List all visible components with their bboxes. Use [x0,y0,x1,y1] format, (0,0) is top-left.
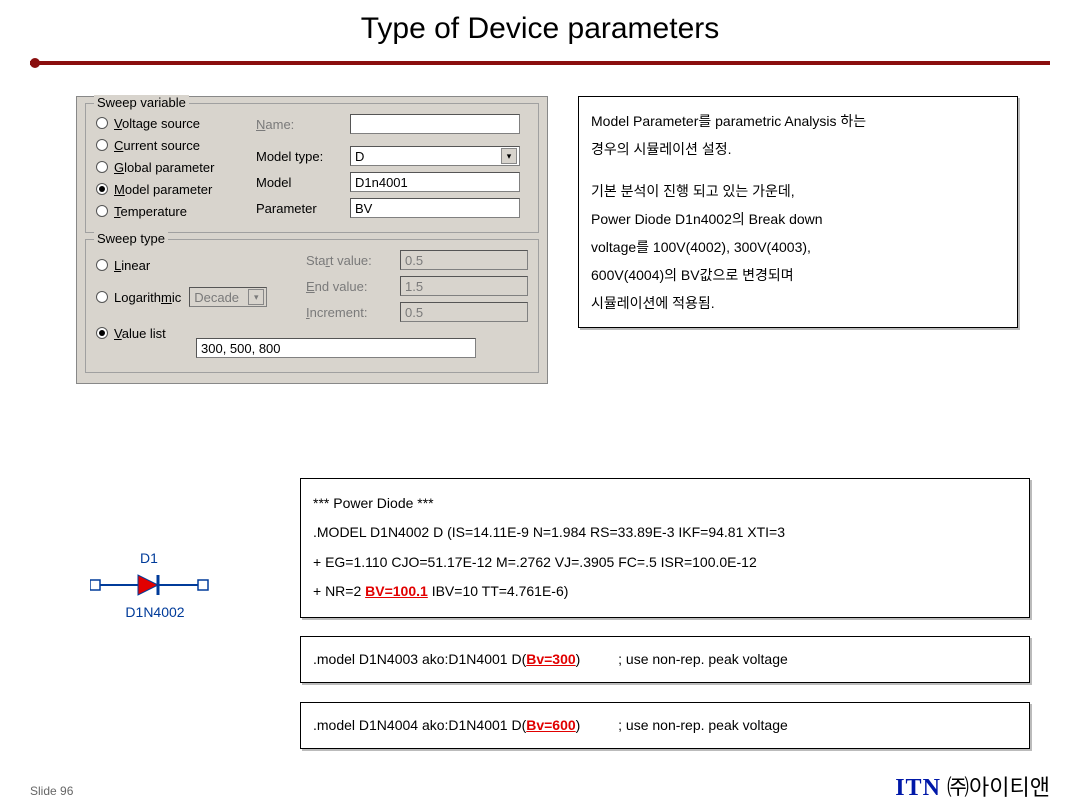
radio-model-parameter[interactable]: Model parameter [96,178,256,200]
parameter-input[interactable]: BV [350,198,520,218]
start-value-input[interactable]: 0.5 [400,250,528,270]
note-line: 600V(4004)의 BV값으로 변경되며 [591,261,1005,289]
model-input[interactable]: D1n4001 [350,172,520,192]
sweep-type-group: Sweep type Linear Logarithmic Decade ▾ [85,239,539,373]
code-comment: ; use non-rep. peak voltage [618,717,788,733]
diode-icon [90,570,210,600]
rule-dot-icon [30,58,40,68]
page-title: Type of Device parameters [0,0,1080,46]
company-name: ㈜아이티앤 [947,775,1050,800]
note-line: 경우의 시뮬레이션 설정. [591,135,1005,163]
name-label: Name: [256,117,350,132]
radio-global-parameter[interactable]: Global parameter [96,156,256,178]
note-line: 기본 분석이 진행 되고 있는 가운데, [591,177,1005,205]
start-value-label: Start value: [306,253,400,268]
slide-number: Slide 96 [30,784,73,798]
name-input[interactable] [350,114,520,134]
increment-input[interactable]: 0.5 [400,302,528,322]
model-code-d1n4002: *** Power Diode *** .MODEL D1N4002 D (IS… [300,478,1030,618]
model-code-d1n4003: .model D1N4003 ako:D1N4001 D(Bv=300) ; u… [300,636,1030,683]
parameter-label: Parameter [256,201,350,216]
description-note: Model Parameter를 parametric Analysis 하는 … [578,96,1018,328]
model-label: Model [256,175,350,190]
note-line: voltage를 100V(4002), 300V(4003), [591,233,1005,261]
note-line: Model Parameter를 parametric Analysis 하는 [591,107,1005,135]
code-line: + EG=1.110 CJO=51.17E-12 M=.2762 VJ=.390… [313,548,1017,577]
radio-logarithmic-label: Logarithmic [114,290,181,305]
company-logo: ITN ㈜아이티앤 [895,770,1050,802]
radio-temperature[interactable]: Temperature [96,200,256,222]
model-code-d1n4004: .model D1N4004 ako:D1N4001 D(Bv=600) ; u… [300,702,1030,749]
model-type-select[interactable]: D ▾ [350,146,520,166]
schematic-refdes: D1 [140,550,220,566]
chevron-down-icon[interactable]: ▾ [501,148,517,164]
bv-highlight: Bv=600 [526,717,575,733]
itn-text: ITN [895,775,941,801]
radio-current-source[interactable]: Current source [96,134,256,156]
sweep-variable-group: Sweep variable Voltage source Current so… [85,103,539,233]
title-rule [30,58,1050,68]
code-line: .MODEL D1N4002 D (IS=14.11E-9 N=1.984 RS… [313,518,1017,547]
sweep-type-legend: Sweep type [94,231,168,246]
log-scale-select[interactable]: Decade ▾ [189,287,267,307]
end-value-input[interactable]: 1.5 [400,276,528,296]
schematic-model: D1N4002 [90,604,220,620]
end-value-label: End value: [306,279,400,294]
diode-schematic: D1 D1N4002 [90,550,220,620]
note-line: Power Diode D1n4002의 Break down [591,205,1005,233]
sweep-variable-legend: Sweep variable [94,95,189,110]
code-line: *** Power Diode *** [313,489,1017,518]
value-list-input[interactable]: 300, 500, 800 [196,338,476,358]
model-type-label: Model type: [256,149,350,164]
note-line: 시뮬레이션에 적용됨. [591,289,1005,317]
code-comment: ; use non-rep. peak voltage [618,651,788,667]
radio-logarithmic[interactable]: Logarithmic Decade ▾ [96,286,306,308]
code-line: + NR=2 BV=100.1 IBV=10 TT=4.761E-6) [313,577,1017,606]
bv-highlight: Bv=300 [526,651,575,667]
radio-linear[interactable]: Linear [96,254,306,276]
increment-label: Increment: [306,305,400,320]
radio-value-list-label: Value list [114,326,166,341]
bv-highlight: BV=100.1 [365,583,428,599]
radio-voltage-source[interactable]: Voltage source [96,112,256,134]
chevron-down-icon[interactable]: ▾ [248,289,264,305]
simulation-settings-dialog: Sweep variable Voltage source Current so… [76,96,548,384]
